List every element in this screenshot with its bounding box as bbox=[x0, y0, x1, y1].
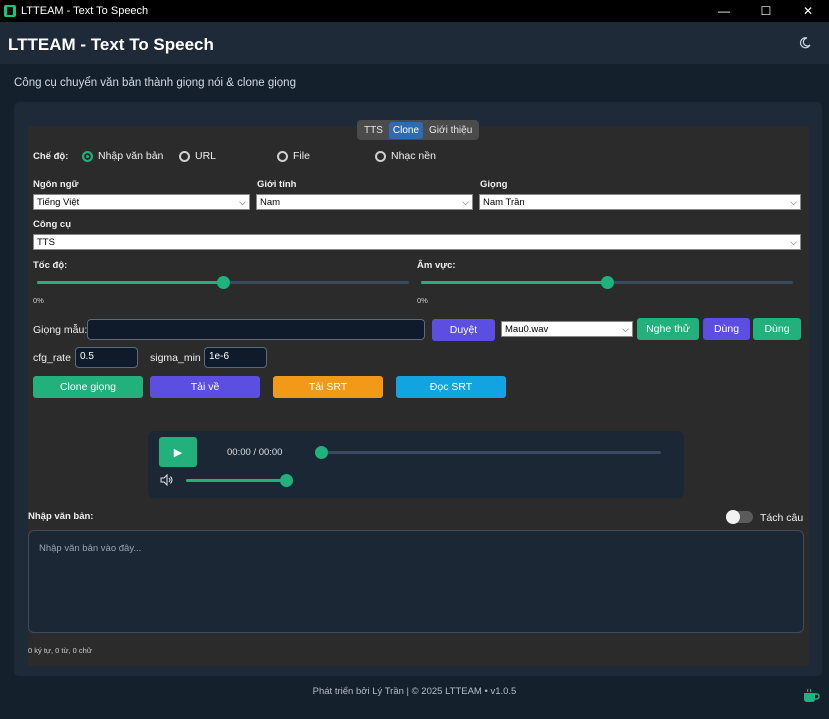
mode-label: Chế độ: bbox=[33, 151, 69, 162]
sigma-min-label: sigma_min bbox=[150, 352, 201, 364]
language-label: Ngôn ngữ bbox=[33, 179, 79, 190]
browse-button[interactable]: Duyệt bbox=[432, 319, 495, 341]
use-button-2[interactable]: Dùng bbox=[753, 318, 801, 340]
close-button[interactable]: ✕ bbox=[787, 0, 829, 22]
window-title: LTTEAM - Text To Speech bbox=[21, 5, 149, 17]
play-button[interactable]: ▶ bbox=[159, 437, 197, 467]
player-time: 00:00 / 00:00 bbox=[227, 447, 283, 458]
cfg-rate-input[interactable]: 0.5 bbox=[75, 347, 138, 368]
text-input-placeholder: Nhập văn bản vào đây... bbox=[39, 543, 142, 554]
chevron-down-icon: ⌵ bbox=[239, 197, 246, 207]
page-subtitle: Công cụ chuyển văn bản thành giọng nói &… bbox=[14, 77, 296, 89]
radio-icon bbox=[179, 150, 190, 162]
volume-slider-fill bbox=[421, 281, 607, 284]
speed-slider[interactable] bbox=[37, 276, 409, 289]
toggle-knob bbox=[726, 510, 740, 524]
sample-file-select[interactable]: Mau0.wav ⌵ bbox=[501, 321, 633, 337]
tab-tts[interactable]: TTS bbox=[360, 122, 387, 139]
mode-radio-text[interactable]: Nhập văn bản bbox=[82, 150, 163, 162]
chevron-down-icon: ⌵ bbox=[790, 237, 797, 247]
radio-icon bbox=[375, 150, 386, 162]
gender-label: Giới tính bbox=[257, 179, 297, 190]
mode-option-label: URL bbox=[195, 150, 217, 162]
sigma-min-input[interactable]: 1e-6 bbox=[204, 347, 267, 368]
voice-label: Giọng bbox=[480, 179, 508, 190]
voice-select[interactable]: Nam Trần ⌵ bbox=[479, 194, 801, 210]
mode-option-label: Nhạc nền bbox=[391, 150, 436, 162]
tab-clone[interactable]: Clone bbox=[388, 121, 424, 139]
sample-voice-label: Giọng mẫu: bbox=[33, 324, 88, 336]
language-select[interactable]: Tiếng Việt ⌵ bbox=[33, 194, 250, 210]
radio-checked-icon bbox=[82, 150, 93, 162]
mode-option-label: File bbox=[293, 150, 310, 162]
play-icon: ▶ bbox=[173, 446, 183, 459]
app-icon bbox=[4, 5, 16, 17]
read-srt-button[interactable]: Đọc SRT bbox=[396, 376, 506, 398]
listen-button[interactable]: Nghe thử bbox=[637, 318, 699, 340]
tool-value: TTS bbox=[37, 236, 55, 248]
volume-slider-handle[interactable] bbox=[601, 276, 614, 289]
coffee-cup-icon[interactable] bbox=[802, 688, 820, 706]
tool-label: Công cụ bbox=[33, 219, 71, 230]
minimize-button[interactable]: — bbox=[703, 0, 745, 22]
volume-value: 0% bbox=[417, 296, 428, 305]
clone-voice-button[interactable]: Clone giọng bbox=[33, 376, 143, 398]
window-titlebar: LTTEAM - Text To Speech — ☐ ✕ bbox=[0, 0, 829, 22]
input-label: Nhập văn bản: bbox=[28, 511, 94, 522]
download-button[interactable]: Tải về bbox=[150, 376, 260, 398]
sample-file-value: Mau0.wav bbox=[505, 323, 549, 335]
tab-about[interactable]: Giới thiệu bbox=[425, 122, 476, 139]
split-sentence-toggle[interactable] bbox=[726, 510, 753, 524]
tab-bar: TTS Clone Giới thiệu bbox=[357, 120, 480, 140]
speed-value: 0% bbox=[33, 296, 44, 305]
chevron-down-icon: ⌵ bbox=[622, 324, 629, 334]
speed-slider-fill bbox=[37, 281, 223, 284]
player-volume-handle[interactable] bbox=[280, 474, 293, 487]
seek-slider[interactable] bbox=[315, 446, 661, 459]
text-stats: 0 ký tự, 0 từ, 0 chữ bbox=[28, 646, 92, 655]
text-input-area[interactable]: Nhập văn bản vào đây... bbox=[28, 530, 804, 633]
radio-icon bbox=[277, 150, 288, 162]
mode-option-label: Nhập văn bản bbox=[98, 150, 164, 162]
volume-slider[interactable] bbox=[421, 276, 793, 289]
maximize-button[interactable]: ☐ bbox=[745, 0, 787, 22]
app-title: LTTEAM - Text To Speech bbox=[8, 35, 214, 54]
mode-radio-music[interactable]: Nhạc nền bbox=[375, 150, 436, 162]
player-volume-fill bbox=[186, 479, 286, 482]
use-button-1[interactable]: Dùng bbox=[703, 318, 750, 340]
speed-slider-handle[interactable] bbox=[217, 276, 230, 289]
language-value: Tiếng Việt bbox=[37, 196, 80, 208]
app-header: LTTEAM - Text To Speech bbox=[0, 22, 829, 64]
download-srt-button[interactable]: Tải SRT bbox=[273, 376, 383, 398]
speed-label: Tốc độ: bbox=[33, 260, 68, 271]
tool-select[interactable]: TTS ⌵ bbox=[33, 234, 801, 250]
audio-player: ▶ 00:00 / 00:00 bbox=[148, 431, 684, 498]
voice-value: Nam Trần bbox=[483, 196, 525, 208]
cfg-rate-label: cfg_rate bbox=[33, 352, 71, 364]
speaker-icon[interactable] bbox=[160, 473, 174, 489]
footer: Phát triển bởi Lý Trần | © 2025 LTTEAM •… bbox=[312, 686, 517, 697]
seek-slider-handle[interactable] bbox=[315, 446, 328, 459]
sample-voice-input[interactable] bbox=[87, 319, 425, 340]
volume-label: Âm vực: bbox=[417, 260, 456, 271]
player-volume-slider[interactable] bbox=[186, 474, 293, 487]
chevron-down-icon: ⌵ bbox=[462, 197, 469, 207]
gender-select[interactable]: Nam ⌵ bbox=[256, 194, 473, 210]
split-sentence-label: Tách câu bbox=[760, 512, 804, 524]
mode-radio-file[interactable]: File bbox=[277, 150, 310, 162]
chevron-down-icon: ⌵ bbox=[790, 197, 797, 207]
moon-icon[interactable] bbox=[799, 37, 811, 49]
mode-radio-url[interactable]: URL bbox=[179, 150, 216, 162]
gender-value: Nam bbox=[260, 196, 281, 208]
